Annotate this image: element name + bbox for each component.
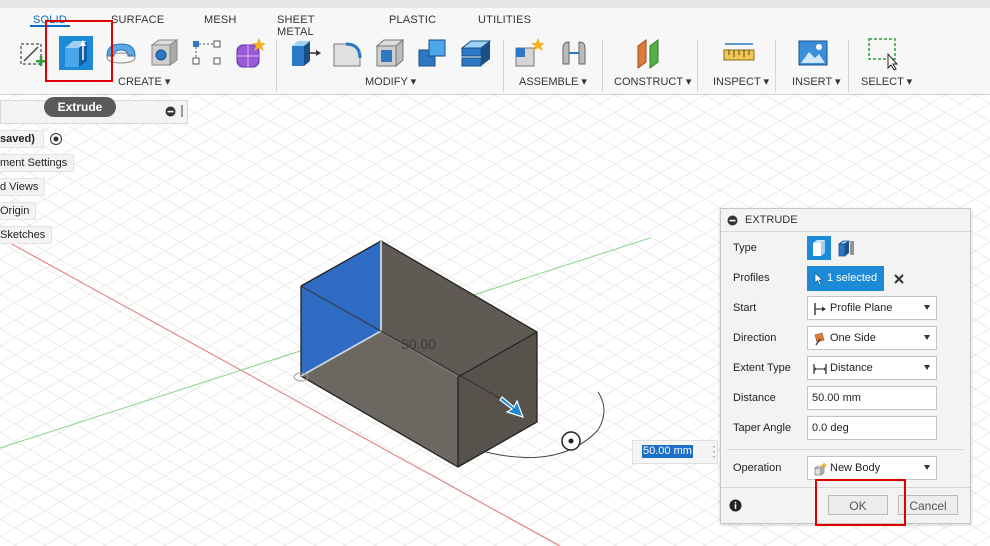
- extent-type-label: Extent Type: [733, 362, 791, 374]
- offset-plane-icon[interactable]: [632, 36, 666, 70]
- insert-group-label[interactable]: INSERT ▾: [792, 75, 841, 88]
- distance-label: Distance: [733, 392, 776, 404]
- combine-icon[interactable]: [416, 36, 450, 70]
- browser-item-origin[interactable]: Origin: [0, 202, 37, 220]
- measure-icon[interactable]: [722, 36, 756, 70]
- tab-sheet-metal[interactable]: SHEET METAL: [277, 14, 314, 38]
- start-dropdown[interactable]: Profile Plane: [807, 296, 937, 320]
- distance-extent-icon: [813, 364, 827, 374]
- panel-divider: [727, 449, 964, 450]
- distance-field[interactable]: [807, 386, 937, 410]
- create-group-label[interactable]: CREATE ▾: [118, 75, 170, 88]
- type-label: Type: [733, 242, 757, 254]
- modify-group-label[interactable]: MODIFY ▾: [365, 75, 416, 88]
- dialog-title: EXTRUDE: [745, 214, 798, 226]
- extent-type-dropdown[interactable]: Distance: [807, 356, 937, 380]
- document-label: saved): [0, 133, 35, 145]
- extrude-dialog-header: EXTRUDE: [721, 209, 970, 232]
- toolbar-separator: [697, 40, 698, 92]
- direction-dropdown[interactable]: One Side: [807, 326, 937, 350]
- new-component-icon[interactable]: [513, 36, 547, 70]
- press-pull-icon[interactable]: [288, 36, 322, 70]
- collapse-dialog-icon[interactable]: [727, 215, 738, 226]
- profiles-label: Profiles: [733, 272, 770, 284]
- split-body-icon[interactable]: [459, 36, 493, 70]
- select-group-label[interactable]: SELECT ▾: [861, 75, 912, 88]
- joint-icon[interactable]: [557, 36, 591, 70]
- clear-selection-icon[interactable]: [893, 273, 905, 285]
- toolbar-separator: [848, 40, 849, 92]
- select-window-icon[interactable]: [866, 36, 900, 70]
- fillet-icon[interactable]: [330, 36, 364, 70]
- toolbar-separator: [503, 40, 504, 92]
- construct-group-label[interactable]: CONSTRUCT ▾: [614, 75, 691, 88]
- named-views-label: d Views: [0, 181, 39, 193]
- collapse-browser-icon[interactable]: [165, 106, 176, 117]
- type-thin-icon[interactable]: [835, 236, 857, 260]
- browser-item-sketches[interactable]: Sketches: [0, 226, 53, 244]
- inspect-group-label[interactable]: INSPECT ▾: [713, 75, 769, 88]
- cursor-arrow-icon: [814, 272, 824, 286]
- toolbar-separator: [775, 40, 776, 92]
- revolve-icon[interactable]: [104, 36, 138, 70]
- distance-input-value[interactable]: 50.00 mm: [642, 445, 693, 458]
- distance-handle[interactable]: [561, 431, 581, 451]
- window-top-strip: [0, 0, 990, 8]
- start-value: Profile Plane: [830, 302, 893, 314]
- chevron-down-icon: [924, 335, 930, 340]
- browser-item-document[interactable]: saved): [0, 130, 44, 148]
- profiles-selection-button[interactable]: 1 selected: [807, 266, 884, 291]
- taper-angle-field[interactable]: [807, 416, 937, 440]
- more-options-icon[interactable]: · · ·: [712, 440, 716, 462]
- panel-footer: OK Cancel: [721, 487, 970, 524]
- profile-plane-icon: [814, 303, 826, 315]
- tab-mesh[interactable]: MESH: [204, 14, 237, 26]
- sketches-label: Sketches: [0, 229, 46, 241]
- operation-dropdown[interactable]: New Body: [807, 456, 937, 480]
- direction-value: One Side: [830, 332, 876, 344]
- chevron-down-icon: [924, 365, 930, 370]
- tab-utilities[interactable]: UTILITIES: [478, 14, 531, 26]
- chevron-down-icon: [924, 465, 930, 470]
- dimension-label: 50.00: [401, 336, 437, 352]
- pattern-icon[interactable]: [190, 36, 224, 70]
- assemble-group-label[interactable]: ASSEMBLE ▾: [519, 75, 587, 88]
- tab-plastic[interactable]: PLASTIC: [389, 14, 436, 26]
- document-settings-label: ment Settings: [0, 157, 68, 169]
- insert-image-icon[interactable]: [796, 36, 830, 70]
- browser-item-named-views[interactable]: d Views: [0, 178, 46, 196]
- ribbon-toolbar: SOLID SURFACE MESH SHEET METAL PLASTIC U…: [0, 8, 990, 95]
- type-solid-icon[interactable]: [807, 236, 831, 260]
- extrude-icon[interactable]: [59, 36, 93, 70]
- profiles-selected-text: 1 selected: [827, 272, 878, 284]
- create-sketch-icon[interactable]: [16, 36, 50, 70]
- tab-surface[interactable]: SURFACE: [111, 14, 164, 26]
- chevron-down-icon: [924, 305, 930, 310]
- create-form-icon[interactable]: [233, 36, 267, 70]
- taper-angle-label: Taper Angle: [733, 422, 792, 434]
- distance-input-box[interactable]: 50.00 mm · · ·: [632, 440, 718, 464]
- hole-icon[interactable]: [147, 36, 181, 70]
- info-icon[interactable]: [729, 499, 742, 512]
- pin-icon[interactable]: [181, 105, 183, 117]
- extrude-tooltip: Extrude: [44, 97, 116, 117]
- extent-type-value: Distance: [830, 362, 873, 374]
- operation-label: Operation: [733, 462, 782, 474]
- extrude-dialog: EXTRUDE Type Profiles 1 selected Start P…: [720, 208, 971, 524]
- ok-button[interactable]: OK: [828, 495, 888, 515]
- start-label: Start: [733, 302, 757, 314]
- active-tab-underline: [30, 25, 70, 27]
- operation-value: New Body: [830, 462, 881, 474]
- toolbar-separator: [602, 40, 603, 92]
- origin-label: Origin: [0, 205, 30, 217]
- new-body-icon: [814, 462, 827, 476]
- direction-label: Direction: [733, 332, 777, 344]
- shell-icon[interactable]: [373, 36, 407, 70]
- cancel-button[interactable]: Cancel: [898, 495, 958, 515]
- active-radio-icon[interactable]: [49, 132, 63, 146]
- one-side-icon: [814, 332, 825, 346]
- browser-item-document-settings[interactable]: ment Settings: [0, 154, 75, 172]
- toolbar-separator: [276, 40, 277, 92]
